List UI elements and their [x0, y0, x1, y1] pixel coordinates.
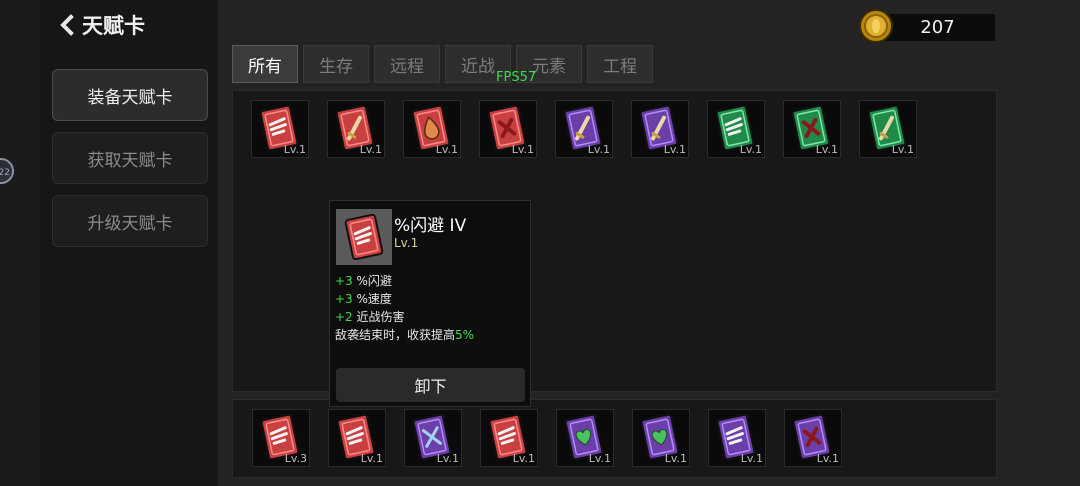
- card-level: Lv.1: [891, 143, 914, 156]
- stat-label: %速度: [352, 292, 392, 306]
- effect-line: 敌袭结束时，收获提高5%: [335, 326, 474, 344]
- card-level: Lv.1: [664, 452, 687, 465]
- card-level: Lv.1: [435, 143, 458, 156]
- unequip-label: 卸下: [414, 377, 447, 396]
- sidebar-item-label: 升级天赋卡: [87, 213, 173, 234]
- card-level: Lv.1: [360, 452, 383, 465]
- stat-label: 近战伤害: [352, 310, 405, 324]
- tab-label: 远程: [390, 56, 424, 77]
- sidebar-item-label: 获取天赋卡: [87, 150, 173, 171]
- coin-bar: 207: [880, 14, 995, 41]
- equipped-card-slot[interactable]: Lv.1: [556, 409, 614, 467]
- sidebar-item-obtain[interactable]: 获取天赋卡: [52, 132, 208, 184]
- sidebar-item-upgrade[interactable]: 升级天赋卡: [52, 195, 208, 247]
- equipped-card-slot[interactable]: Lv.1: [784, 409, 842, 467]
- equipped-card-slot[interactable]: Lv.1: [708, 409, 766, 467]
- unequip-button[interactable]: 卸下: [336, 368, 525, 402]
- effect-value: 5%: [455, 328, 475, 342]
- gold-coin-icon: [859, 9, 893, 43]
- card-level: Lv.1: [283, 143, 306, 156]
- card-level: Lv.1: [587, 143, 610, 156]
- back-arrow-icon[interactable]: [58, 14, 76, 36]
- coin-counter: 207: [858, 8, 998, 44]
- tooltip-stats: +3 %闪避 +3 %速度 +2 近战伤害 敌袭结束时，收获提高5%: [335, 272, 474, 344]
- tab-label: 元素: [532, 56, 566, 77]
- inventory-card-slot[interactable]: Lv.1: [251, 100, 309, 158]
- screen-left-edge: 22: [0, 0, 40, 486]
- card-tooltip: %闪避 IV Lv.1 +3 %闪避 +3 %速度 +2 近战伤害 敌袭结束时，…: [329, 200, 531, 407]
- inventory-card-slot[interactable]: Lv.1: [631, 100, 689, 158]
- category-tabs: 所有 生存 远程 近战 元素 工程: [232, 45, 653, 83]
- tab-label: 生存: [319, 56, 353, 77]
- effect-text: 敌袭结束时，收获提高: [335, 328, 456, 342]
- page-title: 天赋卡: [82, 14, 145, 38]
- tab-ranged[interactable]: 远程: [374, 45, 440, 83]
- tab-label: 近战: [461, 56, 495, 77]
- stat-value: +3: [335, 274, 353, 288]
- tab-label: 所有: [248, 56, 282, 77]
- card-level: Lv.1: [740, 452, 763, 465]
- inventory-card-slot[interactable]: Lv.1: [859, 100, 917, 158]
- card-level: Lv.1: [511, 143, 534, 156]
- tab-survival[interactable]: 生存: [303, 45, 369, 83]
- equipped-card-slot[interactable]: Lv.1: [328, 409, 386, 467]
- card-level: Lv.1: [436, 452, 459, 465]
- card-level: Lv.1: [663, 143, 686, 156]
- tooltip-card-icon: [336, 209, 392, 265]
- inventory-card-slot[interactable]: Lv.1: [479, 100, 537, 158]
- tab-label: 工程: [603, 56, 637, 77]
- equipped-card-slot[interactable]: Lv.1: [632, 409, 690, 467]
- card-level: Lv.1: [815, 143, 838, 156]
- floating-assist-icon[interactable]: 22: [0, 158, 14, 184]
- equipped-card-slot[interactable]: Lv.1: [480, 409, 538, 467]
- card-level: Lv.1: [588, 452, 611, 465]
- back-header[interactable]: 天赋卡: [58, 10, 145, 40]
- equipped-card-slot[interactable]: Lv.1: [404, 409, 462, 467]
- coin-count: 207: [920, 17, 955, 38]
- tab-engineering[interactable]: 工程: [587, 45, 653, 83]
- card-level: Lv.3: [284, 452, 307, 465]
- fps-counter: FPS57: [496, 70, 537, 85]
- stat-value: +2: [335, 310, 353, 324]
- stat-label: %闪避: [352, 274, 392, 288]
- stat-line: +3 %闪避: [335, 272, 474, 290]
- inventory-card-slot[interactable]: Lv.1: [555, 100, 613, 158]
- card-level: Lv.1: [816, 452, 839, 465]
- wing-card-icon: [344, 214, 384, 260]
- card-level: Lv.1: [512, 452, 535, 465]
- tooltip-card-name: %闪避 IV: [394, 216, 467, 236]
- stat-line: +3 %速度: [335, 290, 474, 308]
- sidebar-item-equip[interactable]: 装备天赋卡: [52, 69, 208, 121]
- inventory-card-slot[interactable]: Lv.1: [783, 100, 841, 158]
- stat-value: +3: [335, 292, 353, 306]
- inventory-card-slot[interactable]: Lv.1: [403, 100, 461, 158]
- inventory-card-slot[interactable]: Lv.1: [327, 100, 385, 158]
- stat-line: +2 近战伤害: [335, 308, 474, 326]
- card-level: Lv.1: [739, 143, 762, 156]
- sidebar-item-label: 装备天赋卡: [87, 87, 173, 108]
- tab-all[interactable]: 所有: [232, 45, 298, 83]
- tooltip-card-level: Lv.1: [394, 236, 419, 250]
- equipped-card-slot[interactable]: Lv.3: [252, 409, 310, 467]
- card-level: Lv.1: [359, 143, 382, 156]
- inventory-card-slot[interactable]: Lv.1: [707, 100, 765, 158]
